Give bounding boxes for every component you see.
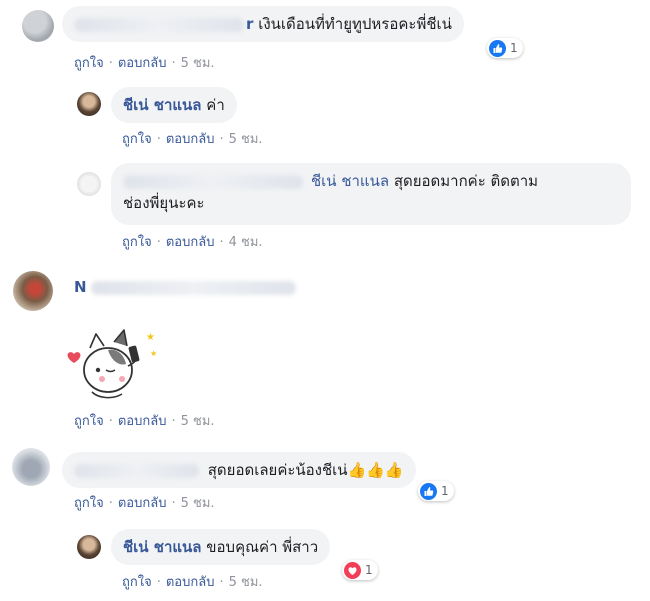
comment-actions: ถูกใจ · ตอบกลับ · 5 ชม. xyxy=(74,410,215,431)
redacted-name xyxy=(74,463,199,478)
timestamp[interactable]: 5 ชม. xyxy=(181,56,215,71)
reply-link[interactable]: ตอบกลับ xyxy=(118,56,167,71)
reply-bubble: ชีเน่ ชาแนล ขอบคุณค่า พี่สาว xyxy=(111,529,331,565)
avatar[interactable] xyxy=(22,10,54,42)
reply-link[interactable]: ตอบกลับ xyxy=(166,575,215,590)
like-icon xyxy=(420,482,437,500)
separator: · xyxy=(108,56,113,71)
reaction-count[interactable]: 1 xyxy=(487,38,523,58)
svg-text:★: ★ xyxy=(146,332,155,343)
comment-actions: ถูกใจ · ตอบกลับ · 5 ชม. xyxy=(122,128,263,149)
comment-text: ค่า xyxy=(206,96,225,114)
thumbs-up-emoji: 👍👍👍 xyxy=(347,461,404,479)
comment-bubble: r เงินเดือนที่ทำยูทูปหรอคะพี่ชีเน่ xyxy=(62,6,464,42)
comment-actions: ถูกใจ · ตอบกลับ · 5 ชม. xyxy=(122,571,263,592)
comment-text: สุดยอดเลยค่ะน้องชีเน่ xyxy=(207,461,348,479)
timestamp[interactable]: 4 ชม. xyxy=(229,235,263,250)
separator: · xyxy=(171,496,176,511)
comment-text: ช่องพี่ยุนะคะ xyxy=(123,194,205,212)
separator: · xyxy=(219,235,224,250)
like-link[interactable]: ถูกใจ xyxy=(74,414,104,429)
timestamp[interactable]: 5 ชม. xyxy=(181,496,215,511)
avatar[interactable] xyxy=(77,92,101,116)
comment-actions: ถูกใจ · ตอบกลับ · 4 ชม. xyxy=(122,231,263,252)
commenter-name[interactable]: ชีเน่ ชาแนล xyxy=(123,538,202,556)
separator: · xyxy=(171,414,176,429)
avatar[interactable] xyxy=(77,172,101,196)
timestamp[interactable]: 5 ชม. xyxy=(229,132,263,147)
commenter-name[interactable]: N xyxy=(74,278,87,296)
reply-link[interactable]: ตอบกลับ xyxy=(166,132,215,147)
heart-icon xyxy=(344,561,361,579)
reaction-count-text: 1 xyxy=(365,563,373,577)
redacted-name xyxy=(123,174,303,189)
separator: · xyxy=(108,496,113,511)
reply-bubble: ชีเน่ ชาแนล สุดยอดมากค่ะ ติดตาม ช่องพี่ย… xyxy=(111,163,631,225)
reply-bubble: ชีเน่ ชาแนล ค่า xyxy=(111,87,237,123)
redacted-name xyxy=(74,17,244,32)
reaction-count-text: 1 xyxy=(510,41,518,55)
commenter-name[interactable]: ชีเน่ ชาแนล xyxy=(123,96,202,114)
commenter-name[interactable]: r xyxy=(246,15,253,33)
redacted-name xyxy=(90,280,296,295)
commenter-name-row: N xyxy=(74,278,296,296)
reaction-count[interactable]: 1 xyxy=(342,560,378,580)
separator: · xyxy=(156,575,161,590)
avatar[interactable] xyxy=(13,271,53,311)
comment-actions: ถูกใจ · ตอบกลับ · 5 ชม. xyxy=(74,492,215,513)
cat-selfie-sticker[interactable]: ★ ★ xyxy=(62,326,162,406)
timestamp[interactable]: 5 ชม. xyxy=(229,575,263,590)
reply-link[interactable]: ตอบกลับ xyxy=(118,496,167,511)
separator: · xyxy=(156,132,161,147)
comment-text: เงินเดือนที่ทำยูทูปหรอคะพี่ชีเน่ xyxy=(258,15,452,33)
timestamp[interactable]: 5 ชม. xyxy=(181,414,215,429)
comment-bubble: สุดยอดเลยค่ะน้องชีเน่👍👍👍 xyxy=(62,452,416,488)
mention-link[interactable]: ชีเน่ ชาแนล xyxy=(311,172,389,190)
separator: · xyxy=(108,414,113,429)
reply-link[interactable]: ตอบกลับ xyxy=(118,414,167,429)
like-link[interactable]: ถูกใจ xyxy=(122,575,152,590)
separator: · xyxy=(156,235,161,250)
reaction-count-text: 1 xyxy=(441,484,449,498)
comment-text: สุดยอดมากค่ะ ติดตาม xyxy=(393,172,539,190)
like-link[interactable]: ถูกใจ xyxy=(74,56,104,71)
like-icon xyxy=(489,39,506,57)
comment-text: ขอบคุณค่า พี่สาว xyxy=(206,538,319,556)
comment-actions: ถูกใจ · ตอบกลับ · 5 ชม. xyxy=(74,52,215,73)
svg-text:★: ★ xyxy=(150,349,157,358)
separator: · xyxy=(219,132,224,147)
separator: · xyxy=(171,56,176,71)
separator: · xyxy=(219,575,224,590)
reaction-count[interactable]: 1 xyxy=(418,481,454,501)
like-link[interactable]: ถูกใจ xyxy=(122,235,152,250)
avatar[interactable] xyxy=(12,448,50,486)
avatar[interactable] xyxy=(77,535,101,559)
reply-link[interactable]: ตอบกลับ xyxy=(166,235,215,250)
like-link[interactable]: ถูกใจ xyxy=(74,496,104,511)
like-link[interactable]: ถูกใจ xyxy=(122,132,152,147)
